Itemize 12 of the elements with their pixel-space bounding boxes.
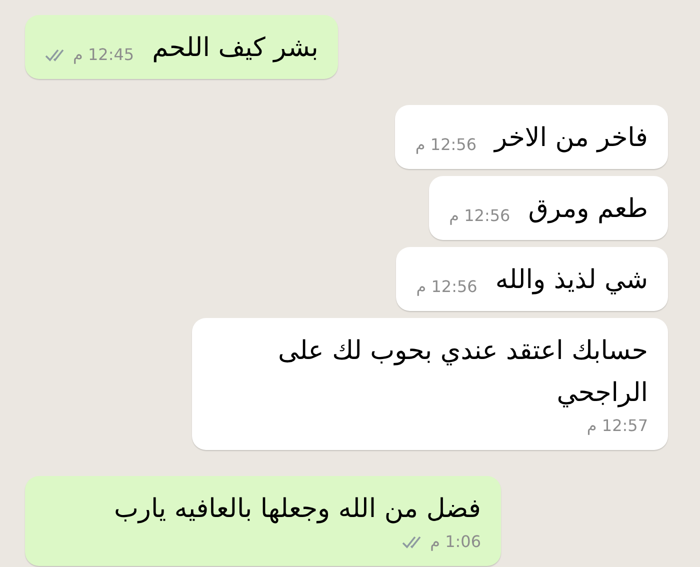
message-time: 12:56 م bbox=[416, 276, 478, 298]
message-time: 12:45 م bbox=[73, 44, 134, 66]
message-text: حسابك اعتقد عندي بحوب لك على الراجحي bbox=[277, 335, 648, 410]
message-text: فضل من الله وجعلها بالعافيه يارب bbox=[114, 493, 481, 526]
message-time: 12:56 م bbox=[415, 134, 476, 156]
message-time: 12:57 م bbox=[586, 415, 648, 437]
message-text: شي لذيذ والله bbox=[495, 264, 648, 297]
message-time: 1:06 م bbox=[430, 531, 481, 553]
message-text: فاخر من الاخر bbox=[494, 122, 648, 155]
message-text: بشر كيف اللحم bbox=[152, 32, 318, 65]
message-text: طعم ومرق bbox=[528, 193, 648, 226]
message-time: 12:56 م bbox=[449, 205, 510, 227]
